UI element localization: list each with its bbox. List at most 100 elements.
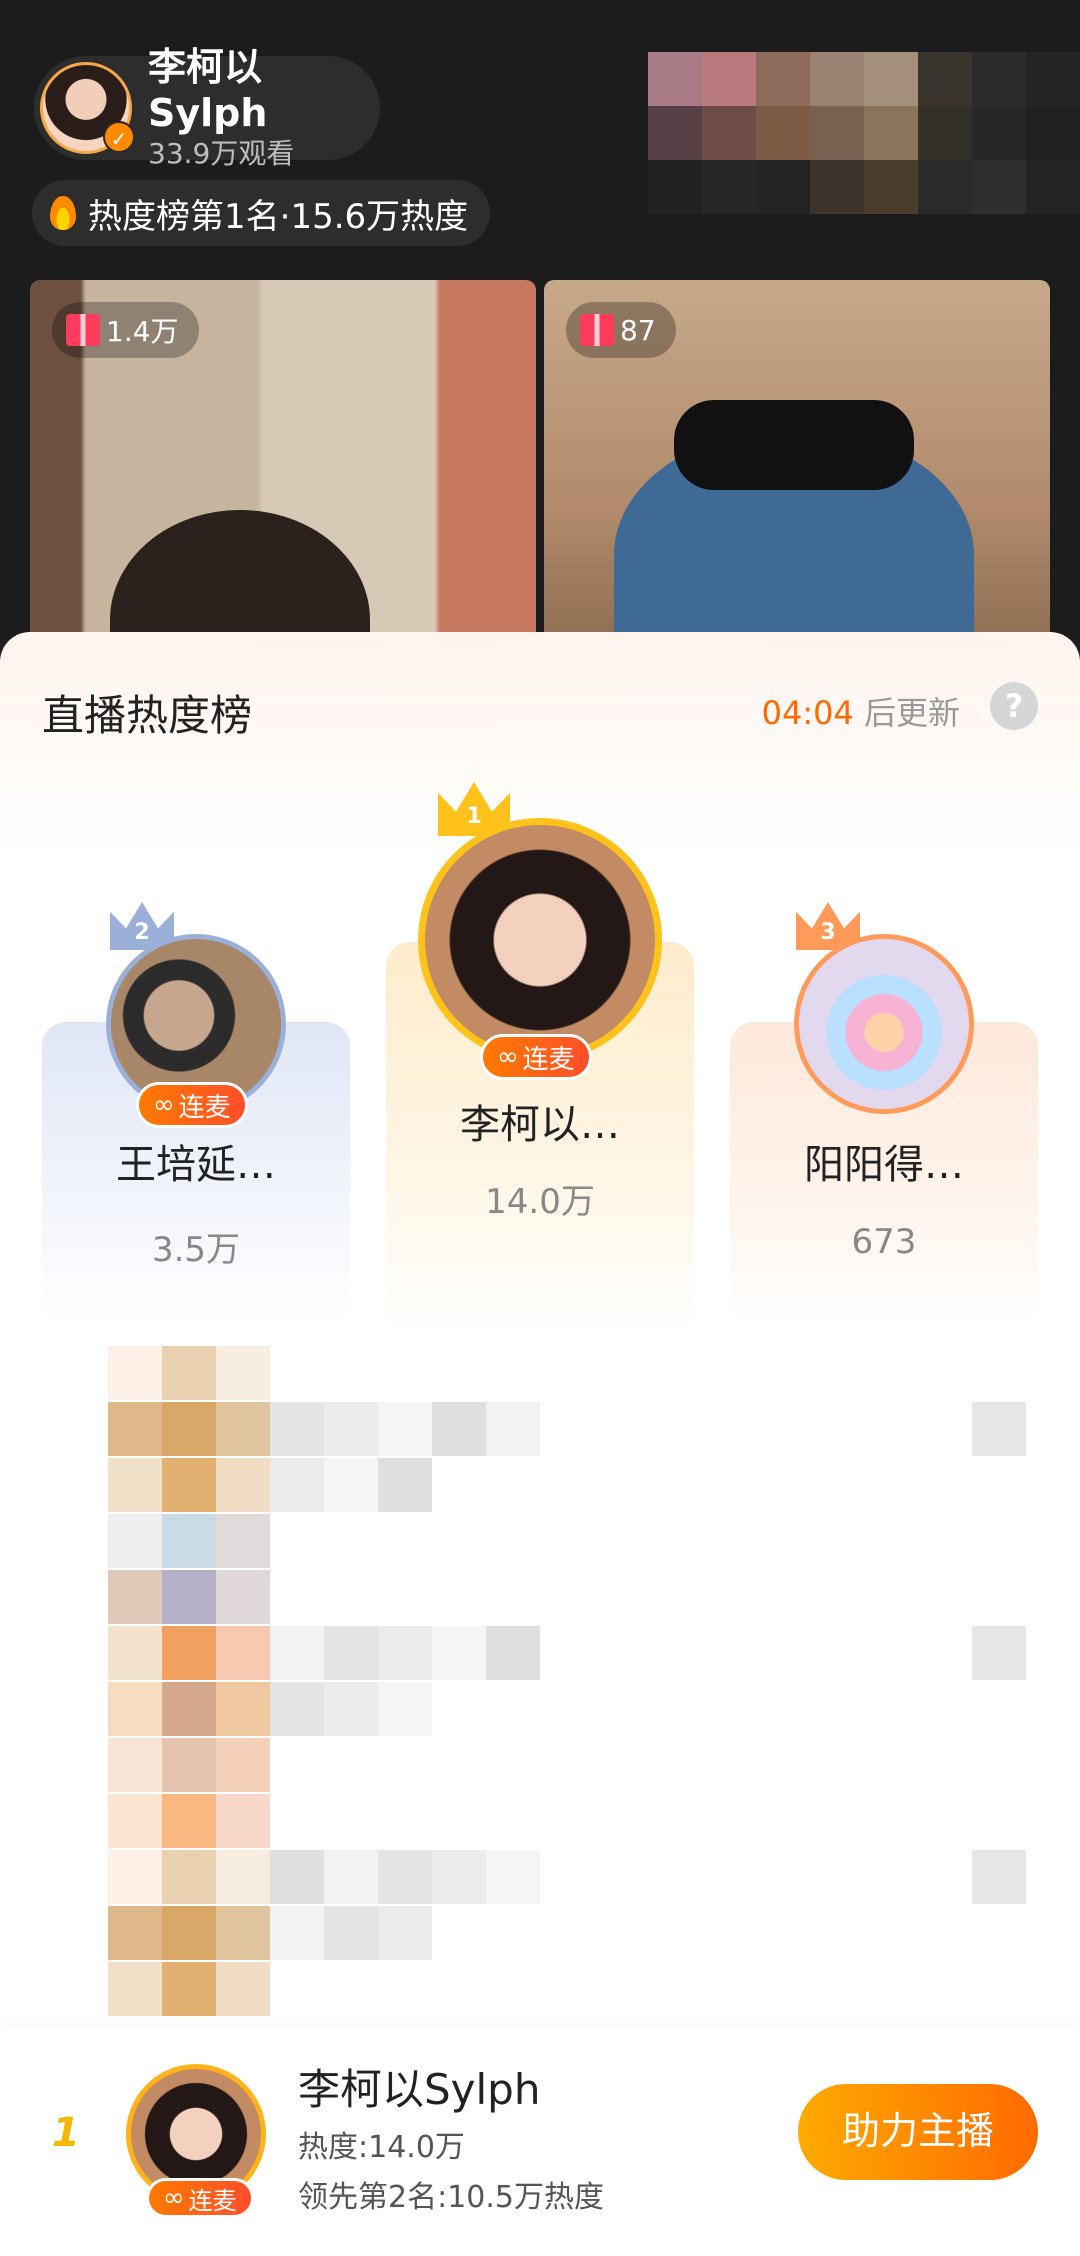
heat-rank-badge[interactable]: 热度榜第1名·15.6万热度	[32, 180, 491, 246]
boost-host-button[interactable]: 助力主播	[798, 2084, 1038, 2180]
current-host-lead: 领先第2名:10.5万热度	[298, 2180, 604, 2215]
rank-3-score: 673	[851, 1222, 917, 1262]
co-host-badge: ∞ 连麦	[480, 1034, 592, 1080]
gift-count: 87	[620, 313, 656, 347]
mosaic-block	[972, 1850, 1026, 1904]
mosaic-block	[216, 1402, 270, 1456]
mosaic-block	[270, 1682, 324, 1736]
mosaic-block	[378, 1458, 432, 1512]
mosaic-block	[108, 1962, 162, 2016]
mosaic-block	[972, 1402, 1026, 1456]
co-host-label: 连麦	[522, 1044, 575, 1075]
link-icon: ∞	[497, 1042, 519, 1072]
mosaic-block	[216, 1682, 270, 1736]
mosaic-block	[486, 1850, 540, 1904]
mosaic-block	[108, 1906, 162, 1960]
mosaic-block	[162, 1402, 216, 1456]
mosaic-block	[486, 1626, 540, 1680]
heat-ranking-sheet: 直播热度榜 04:04 后更新 ? 1 2 3 ∞ 连麦 ∞ 连麦 王培延… 李…	[0, 632, 1080, 2256]
co-host-badge: ∞ 连麦	[146, 2178, 254, 2218]
video-feed-right[interactable]: 87	[544, 280, 1050, 660]
sunglasses-image	[674, 400, 914, 490]
rank-1-score: 14.0万	[485, 1182, 595, 1222]
mosaic-block	[216, 1738, 270, 1792]
mosaic-block	[486, 1402, 540, 1456]
pixelated-rank-list	[0, 1346, 1080, 2066]
mosaic-block	[216, 1514, 270, 1568]
gift-icon	[66, 314, 100, 346]
host-name: 李柯以Sylph	[148, 45, 268, 135]
mosaic-block	[216, 1626, 270, 1680]
mosaic-block	[162, 1738, 216, 1792]
mosaic-block	[162, 1794, 216, 1848]
mosaic-block	[324, 1626, 378, 1680]
mosaic-block	[216, 1570, 270, 1624]
live-stream-area: ✓ 李柯以Sylph 33.9万观看 热度榜第1名·15.6万热度 1.4万 8…	[0, 0, 1080, 660]
mosaic-block	[162, 1346, 216, 1400]
gift-icon	[580, 314, 614, 346]
current-host-rank-bar: 1 ∞ 连麦 李柯以Sylph 热度:14.0万 领先第2名:10.5万热度 助…	[0, 2028, 1080, 2256]
co-host-label: 连麦	[188, 2186, 237, 2215]
co-host-badge: ∞ 连麦	[136, 1082, 248, 1128]
mosaic-block	[378, 1626, 432, 1680]
mosaic-block	[108, 1738, 162, 1792]
host-info[interactable]: ✓ 李柯以Sylph 33.9万观看	[34, 45, 380, 170]
mosaic-block	[108, 1514, 162, 1568]
fire-icon	[50, 196, 76, 230]
mosaic-block	[270, 1626, 324, 1680]
mosaic-block	[324, 1682, 378, 1736]
rank-1-name: 李柯以…	[460, 1102, 620, 1148]
link-icon: ∞	[153, 1090, 175, 1120]
mosaic-block	[162, 1514, 216, 1568]
mosaic-block	[324, 1402, 378, 1456]
rank-2-name: 王培延…	[116, 1142, 276, 1188]
mosaic-block	[108, 1682, 162, 1736]
rank-3-name: 阳阳得…	[804, 1142, 964, 1188]
mosaic-block	[324, 1850, 378, 1904]
current-host-heat: 热度:14.0万	[298, 2130, 465, 2165]
host-avatar[interactable]: ✓	[40, 62, 135, 154]
mosaic-block	[972, 1626, 1026, 1680]
mosaic-block	[216, 1906, 270, 1960]
heat-rank-text: 热度榜第1名·15.6万热度	[88, 196, 469, 237]
mosaic-block	[432, 1402, 486, 1456]
mosaic-block	[432, 1850, 486, 1904]
help-icon[interactable]: ?	[990, 682, 1038, 730]
mosaic-block	[108, 1626, 162, 1680]
video-feed-left[interactable]: 1.4万	[30, 280, 536, 660]
gift-count-badge: 1.4万	[52, 302, 199, 358]
mosaic-block	[108, 1794, 162, 1848]
verified-icon: ✓	[103, 121, 135, 153]
mosaic-block	[270, 1850, 324, 1904]
rank-2-score: 3.5万	[151, 1230, 241, 1270]
mosaic-block	[162, 1570, 216, 1624]
mosaic-block	[216, 1794, 270, 1848]
mosaic-block	[108, 1346, 162, 1400]
mosaic-block	[162, 1458, 216, 1512]
mosaic-block	[378, 1402, 432, 1456]
mosaic-block	[378, 1850, 432, 1904]
gift-count: 1.4万	[106, 315, 179, 348]
mosaic-block	[216, 1962, 270, 2016]
sheet-title: 直播热度榜	[42, 691, 253, 740]
mosaic-block	[216, 1346, 270, 1400]
update-time: 04:04	[761, 694, 854, 732]
co-host-label: 连麦	[178, 1092, 231, 1123]
mosaic-block	[378, 1682, 432, 1736]
update-countdown: 04:04 后更新	[762, 688, 960, 734]
mosaic-block	[216, 1850, 270, 1904]
current-rank-number: 1	[52, 2110, 80, 2156]
current-host-name: 李柯以Sylph	[298, 2065, 541, 2114]
mosaic-block	[108, 1458, 162, 1512]
mosaic-block	[324, 1458, 378, 1512]
mosaic-block	[162, 1906, 216, 1960]
avatar-rank-1[interactable]	[418, 818, 662, 1062]
mosaic-block	[432, 1626, 486, 1680]
mosaic-block	[108, 1402, 162, 1456]
mosaic-block	[270, 1906, 324, 1960]
mosaic-block	[162, 1850, 216, 1904]
gift-count-badge: 87	[566, 302, 676, 358]
avatar-rank-3[interactable]	[794, 934, 974, 1114]
mosaic-block	[162, 1626, 216, 1680]
mosaic-block	[270, 1402, 324, 1456]
